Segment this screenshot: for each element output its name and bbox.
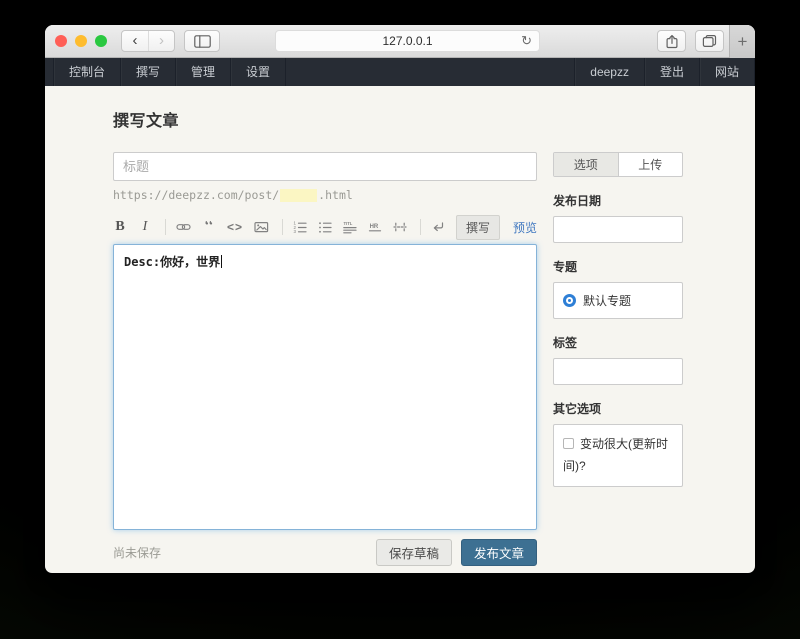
tags-input[interactable]: [553, 358, 683, 385]
share-button[interactable]: [657, 30, 686, 52]
url-slug-highlight: [280, 189, 317, 202]
page-title: 撰写文章: [113, 107, 755, 131]
navbar-spacer: [286, 58, 574, 86]
checkbox-unchecked-icon[interactable]: [563, 438, 574, 449]
nav-username[interactable]: deepzz: [574, 58, 645, 86]
tab-upload[interactable]: 上传: [619, 153, 683, 176]
svg-text:HR: HR: [370, 224, 379, 230]
code-icon[interactable]: <>: [227, 220, 243, 234]
forward-button[interactable]: ›: [148, 31, 174, 51]
svg-text:TITL: TITL: [344, 221, 353, 226]
nav-site[interactable]: 网站: [700, 58, 755, 86]
sidebar-toggle-button[interactable]: [184, 30, 220, 52]
text-caret: [221, 255, 222, 268]
app-navbar: 控制台 撰写 管理 设置 deepzz 登出 网站: [45, 58, 755, 86]
post-url-preview: https://deepzz.com/post/ .html: [113, 188, 537, 202]
editor-footer: 尚未保存 保存草稿 发布文章: [113, 539, 537, 566]
tab-write[interactable]: 撰写: [456, 215, 500, 240]
browser-titlebar: ‹ › 127.0.0.1 ↻ +: [45, 25, 755, 58]
zoom-window-button[interactable]: [95, 35, 107, 47]
svg-text:3: 3: [294, 229, 297, 234]
publish-date-label: 发布日期: [553, 192, 683, 209]
link-icon[interactable]: [176, 220, 191, 234]
tags-label: 标签: [553, 334, 683, 351]
new-tab-button[interactable]: +: [729, 25, 755, 58]
nav-logout[interactable]: 登出: [645, 58, 700, 86]
ordered-list-icon[interactable]: 123: [293, 220, 307, 234]
editor-toolbar: B I “ <> 123: [113, 215, 537, 239]
toolbar-divider: [420, 219, 421, 235]
close-window-button[interactable]: [55, 35, 67, 47]
back-button[interactable]: ‹: [122, 31, 148, 51]
update-time-option-row[interactable]: 变动很大(更新时间)?: [553, 424, 683, 487]
topic-option-label: 默认专题: [583, 292, 631, 309]
nav-manage[interactable]: 管理: [176, 58, 231, 86]
sidebar-icon: [194, 35, 211, 48]
other-options-label: 其它选项: [553, 400, 683, 417]
quote-icon[interactable]: “: [202, 221, 216, 233]
page-content: 撰写文章 https://deepzz.com/post/ .html B I “…: [45, 86, 755, 566]
editor-mode-tabs: 撰写 预览: [456, 215, 537, 240]
tab-options[interactable]: 选项: [554, 153, 619, 176]
image-icon[interactable]: [254, 220, 269, 234]
editor-column: https://deepzz.com/post/ .html B I “ <>: [113, 152, 537, 566]
publish-date-input[interactable]: [553, 216, 683, 243]
heading-icon[interactable]: TITL: [343, 220, 357, 234]
reload-button[interactable]: ↻: [521, 33, 532, 49]
unordered-list-icon[interactable]: [318, 220, 332, 234]
nav-write[interactable]: 撰写: [121, 58, 176, 86]
bold-icon[interactable]: B: [113, 219, 127, 235]
toolbar-divider: [165, 219, 166, 235]
radio-selected-icon[interactable]: [563, 294, 576, 307]
horizontal-rule-icon[interactable]: HR: [368, 220, 382, 234]
save-status: 尚未保存: [113, 544, 161, 561]
traffic-lights: [55, 35, 107, 47]
undo-icon[interactable]: [431, 220, 445, 234]
options-sidebar: 选项 上传 发布日期 专题 默认专题 标签 其它选项 变动很大(更新时间)?: [553, 152, 683, 566]
toolbar-divider: [282, 219, 283, 235]
page-break-icon[interactable]: [393, 220, 407, 234]
browser-window: ‹ › 127.0.0.1 ↻ + 控制台 撰写: [45, 25, 755, 573]
sidebar-tabs: 选项 上传: [553, 152, 683, 177]
publish-button[interactable]: 发布文章: [461, 539, 537, 566]
editor-content: Desc:你好，世界: [124, 255, 220, 269]
nav-settings[interactable]: 设置: [231, 58, 286, 86]
minimize-window-button[interactable]: [75, 35, 87, 47]
tabs-overview-button[interactable]: [695, 30, 724, 52]
topic-label: 专题: [553, 258, 683, 275]
update-checkbox-label: 变动很大(更新时间)?: [563, 437, 668, 473]
editor-textarea[interactable]: Desc:你好，世界: [113, 244, 537, 530]
tabs-overview-icon: [702, 34, 717, 48]
topic-option-row[interactable]: 默认专题: [553, 282, 683, 319]
url-suffix: .html: [318, 188, 353, 202]
post-title-input[interactable]: [113, 152, 537, 181]
address-bar[interactable]: 127.0.0.1 ↻: [275, 30, 540, 52]
italic-icon[interactable]: I: [138, 219, 152, 235]
share-icon: [665, 34, 679, 49]
save-draft-button[interactable]: 保存草稿: [376, 539, 452, 566]
address-url: 127.0.0.1: [382, 34, 432, 48]
history-nav-group: ‹ ›: [121, 30, 175, 52]
tab-preview[interactable]: 预览: [513, 219, 537, 236]
nav-dashboard[interactable]: 控制台: [53, 58, 121, 86]
url-prefix: https://deepzz.com/post/: [113, 188, 279, 202]
